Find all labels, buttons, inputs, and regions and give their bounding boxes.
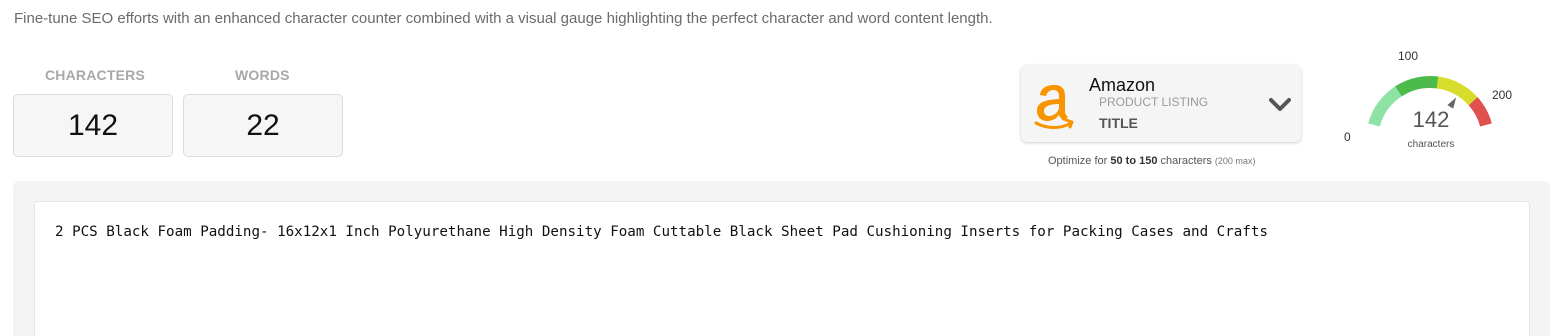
optimize-hint: Optimize for 50 to 150 characters (200 m…	[1048, 155, 1255, 167]
platform-field: TITLE	[1099, 115, 1138, 131]
words-label: WORDS	[235, 67, 290, 83]
amazon-logo-icon	[1034, 85, 1074, 129]
gauge-value: 142	[1412, 107, 1450, 132]
optimize-max-note: (200 max)	[1214, 156, 1256, 166]
characters-count: 142	[67, 108, 119, 142]
platform-type: PRODUCT LISTING	[1099, 95, 1209, 109]
gauge-segment	[1468, 97, 1492, 127]
title-text-editor[interactable]: 2 PCS Black Foam Padding- 16x12x1 Inch P…	[34, 201, 1530, 336]
gauge-max-label: 200	[1492, 88, 1513, 102]
optimize-suffix: characters	[1157, 155, 1215, 167]
gauge-segment	[1395, 76, 1439, 97]
chevron-down-icon[interactable]	[1269, 97, 1291, 113]
gauge-min-label: 0	[1344, 130, 1351, 144]
characters-label: CHARACTERS	[45, 67, 145, 83]
gauge-segment	[1368, 86, 1402, 127]
platform-selector[interactable]: Amazon PRODUCT LISTING TITLE	[1021, 65, 1301, 142]
optimize-prefix: Optimize for	[1048, 155, 1111, 167]
platform-name: Amazon	[1089, 75, 1156, 95]
words-count-box: 22	[183, 94, 343, 157]
words-count: 22	[246, 108, 280, 142]
seo-character-counter-page: Fine-tune SEO efforts with an enhanced c…	[0, 0, 1561, 336]
gauge-mid-label: 100	[1398, 49, 1419, 63]
intro-text: Fine-tune SEO efforts with an enhanced c…	[14, 10, 993, 27]
gauge-unit: characters	[1407, 139, 1455, 150]
characters-count-box: 142	[13, 94, 173, 157]
optimize-range: 50 to 150	[1110, 155, 1158, 167]
